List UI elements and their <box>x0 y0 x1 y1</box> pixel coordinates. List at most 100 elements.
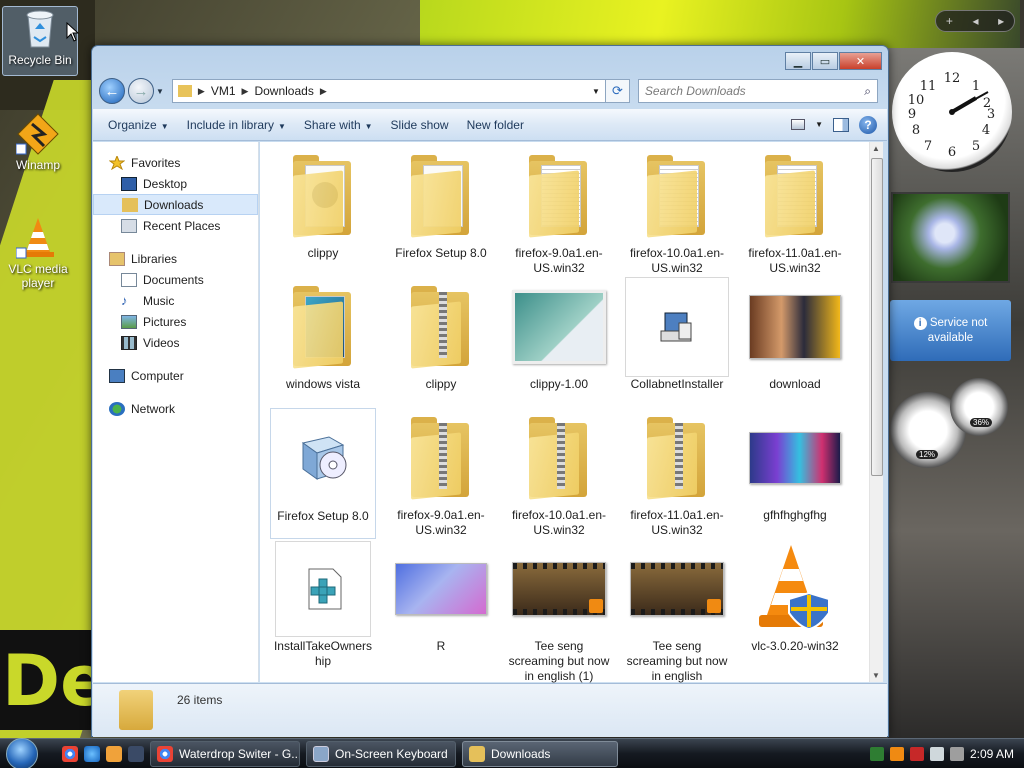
file-item[interactable]: Firefox Setup 8.0 <box>388 146 494 277</box>
chrome-icon <box>157 745 173 762</box>
file-item[interactable]: clippy <box>388 277 494 408</box>
vlc-cone-icon <box>753 541 837 637</box>
nav-music[interactable]: ♪ Music <box>93 290 258 311</box>
search-input[interactable]: Search Downloads ⌕ <box>637 79 878 103</box>
previous-icon[interactable]: ◂ <box>972 14 978 28</box>
share-with-button[interactable]: Share with ▼ <box>295 114 382 136</box>
nav-downloads[interactable]: Downloads <box>93 194 258 215</box>
view-options-icon[interactable]: ▼ <box>815 120 823 129</box>
file-item[interactable]: Firefox Setup 8.0 <box>270 408 376 539</box>
nav-pictures[interactable]: Pictures <box>93 311 258 332</box>
nav-documents[interactable]: Documents <box>93 269 258 290</box>
back-button[interactable]: ← <box>99 78 125 104</box>
refresh-button[interactable]: ⟳ <box>605 79 630 103</box>
file-item[interactable]: firefox-11.0a1.en-US.win32 <box>742 146 848 277</box>
nav-recent-places[interactable]: Recent Places <box>93 215 258 236</box>
chrome-icon[interactable] <box>62 745 78 762</box>
recent-pages-button[interactable]: ▼ <box>156 87 164 96</box>
organize-button[interactable]: Organize ▼ <box>99 114 178 136</box>
nav-desktop[interactable]: Desktop <box>93 173 258 194</box>
play-icon <box>589 599 603 613</box>
scroll-down-icon[interactable]: ▼ <box>872 671 880 680</box>
file-item[interactable]: clippy-1.00 <box>506 277 612 408</box>
desktop-icon-vlc[interactable]: VLC media player <box>0 216 76 290</box>
new-folder-button[interactable]: New folder <box>458 114 533 136</box>
image-thumbnail <box>749 295 841 359</box>
preview-pane-icon[interactable] <box>833 117 849 132</box>
vertical-scrollbar[interactable]: ▲ ▼ <box>869 142 883 682</box>
maximize-button[interactable]: ▭ <box>812 52 838 70</box>
nav-videos[interactable]: Videos <box>93 332 258 353</box>
video-thumbnail <box>512 562 606 616</box>
explorer-window[interactable]: ▁ ▭ ✕ ← → ▼ ▶ VM1 ▶ Downloads ▶ ▼ ⟳ Sear… <box>91 45 889 737</box>
forward-button[interactable]: → <box>128 78 154 104</box>
breadcrumb-downloads[interactable]: Downloads <box>254 84 313 98</box>
file-item[interactable]: windows vista <box>270 277 376 408</box>
file-item[interactable]: firefox-10.0a1.en-US.win32 <box>624 146 730 277</box>
file-item[interactable]: firefox-11.0a1.en-US.win32 <box>624 408 730 539</box>
scrollbar-thumb[interactable] <box>871 158 883 476</box>
internet-explorer-icon[interactable] <box>84 745 100 762</box>
file-item[interactable]: firefox-9.0a1.en-US.win32 <box>388 408 494 539</box>
svg-text:8: 8 <box>912 123 920 138</box>
file-item[interactable]: Tee seng screaming but now in english <box>624 539 730 683</box>
system-clock[interactable]: 2:09 AM <box>970 747 1014 761</box>
switch-windows-icon[interactable] <box>128 745 144 762</box>
desktop-icon <box>121 176 137 191</box>
start-button[interactable] <box>0 737 44 768</box>
weather-gadget[interactable]: i Service not available <box>890 300 1011 361</box>
recycle-bin-icon <box>18 7 62 51</box>
breadcrumb-arrow-icon: ▶ <box>197 85 205 96</box>
ram-meter-gadget[interactable]: 36% <box>950 378 1008 436</box>
taskbar-item-waterdrop[interactable]: Waterdrop Switer - G... <box>150 740 300 767</box>
volume-muted-icon[interactable] <box>949 746 964 761</box>
documents-icon <box>121 272 137 287</box>
desktop-icon-winamp[interactable]: Winamp <box>0 112 76 172</box>
minimize-button[interactable]: ▁ <box>785 52 811 70</box>
add-gadget-icon[interactable]: + <box>946 14 953 28</box>
next-icon[interactable]: ▸ <box>998 14 1004 28</box>
info-icon: i <box>913 317 927 330</box>
file-item[interactable]: firefox-10.0a1.en-US.win32 <box>506 408 612 539</box>
power-icon[interactable] <box>929 746 944 761</box>
file-list-view[interactable]: clippy Firefox Setup 8.0 firefox-9.0a1.e… <box>260 142 883 683</box>
file-item[interactable]: vlc-3.0.20-win32 <box>742 539 848 670</box>
nav-favorites[interactable]: Favorites <box>93 152 258 173</box>
file-item[interactable]: gfhfhghgfhg <box>742 408 848 539</box>
search-tray-icon[interactable] <box>889 746 904 761</box>
navigation-bar: ← → ▼ ▶ VM1 ▶ Downloads ▶ ▼ ⟳ Search Dow… <box>99 75 880 107</box>
svg-text:5: 5 <box>972 139 980 154</box>
address-bar[interactable]: ▶ VM1 ▶ Downloads ▶ ▼ <box>171 79 606 103</box>
chevron-down-icon: ▼ <box>364 121 373 131</box>
close-button[interactable]: ✕ <box>839 52 882 70</box>
installer-icon <box>625 277 729 377</box>
slide-show-button[interactable]: Slide show <box>382 114 458 136</box>
file-item[interactable]: download <box>742 277 848 408</box>
security-warning-icon[interactable] <box>909 746 924 761</box>
svg-text:12: 12 <box>944 71 961 86</box>
taskbar-item-downloads[interactable]: Downloads <box>462 740 618 767</box>
breadcrumb-vm1[interactable]: VM1 <box>211 84 236 98</box>
taskbar-item-on-screen-keyboard[interactable]: On-Screen Keyboard <box>306 740 456 767</box>
scroll-up-icon[interactable]: ▲ <box>872 144 880 153</box>
nav-computer[interactable]: Computer <box>93 365 258 386</box>
file-item[interactable]: InstallTakeOwnership <box>270 539 376 670</box>
folder-icon <box>527 155 591 238</box>
file-item[interactable]: CollabnetInstaller <box>624 277 730 408</box>
slideshow-gadget[interactable] <box>891 192 1010 283</box>
nav-network[interactable]: Network <box>93 398 258 419</box>
include-in-library-button[interactable]: Include in library ▼ <box>178 114 295 136</box>
file-item[interactable]: firefox-9.0a1.en-US.win32 <box>506 146 612 277</box>
search-icon[interactable]: ⌕ <box>864 84 871 99</box>
address-dropdown-icon[interactable]: ▼ <box>592 87 600 96</box>
file-item[interactable]: Tee seng screaming but now in english (1… <box>506 539 612 683</box>
media-player-icon[interactable] <box>106 745 122 762</box>
change-view-icon[interactable] <box>791 119 806 130</box>
file-item[interactable]: R <box>388 539 494 670</box>
file-item[interactable]: clippy <box>270 146 376 277</box>
nav-libraries[interactable]: Libraries <box>93 248 258 269</box>
zip-folder-icon <box>409 286 473 369</box>
clock-gadget[interactable]: 12 1 2 345 678 9 10 11 <box>892 52 1012 172</box>
help-icon[interactable]: ? <box>859 115 877 134</box>
network-status-icon[interactable] <box>869 746 884 761</box>
